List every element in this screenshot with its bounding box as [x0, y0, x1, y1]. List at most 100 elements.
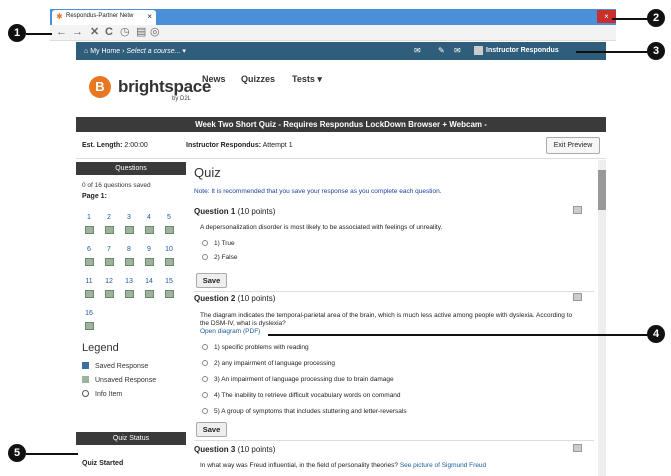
- scrollbar-thumb[interactable]: [598, 170, 606, 210]
- q1-option-1-label: 1) True: [214, 240, 235, 247]
- attempt-label: Instructor Respondus:: [186, 142, 262, 149]
- attempt: Instructor Respondus: Attempt 1: [186, 142, 293, 149]
- flag-icon[interactable]: [573, 444, 582, 452]
- question-link-12[interactable]: 12: [102, 278, 116, 285]
- unsaved-response-icon[interactable]: [145, 226, 154, 234]
- course-header: B brightspace by D2L News Quizzes Tests …: [76, 60, 606, 115]
- radio-icon[interactable]: [202, 254, 208, 260]
- tab-close-icon[interactable]: ×: [147, 12, 152, 21]
- callout-line-1: [26, 33, 52, 35]
- freud-picture-link[interactable]: See picture of Sigmund Freud: [400, 462, 486, 469]
- unsaved-response-icon[interactable]: [125, 258, 134, 266]
- q2-option-5-label: 5) A group of symptoms that includes stu…: [214, 408, 407, 415]
- unsaved-response-icon[interactable]: [85, 258, 94, 266]
- avatar[interactable]: [474, 46, 483, 55]
- unsaved-response-icon[interactable]: [85, 322, 94, 330]
- q1-option-2[interactable]: 2) False: [202, 254, 237, 261]
- nav-tests-label: Tests: [292, 74, 315, 84]
- unsaved-response-icon[interactable]: [165, 258, 174, 266]
- unsaved-response-icon[interactable]: [85, 226, 94, 234]
- question-link-11[interactable]: 11: [82, 278, 96, 285]
- questions-header: Questions: [76, 162, 186, 175]
- chevron-down-icon[interactable]: ▾: [182, 48, 186, 55]
- q2-option-1-label: 1) specific problems with reading: [214, 344, 309, 351]
- unsaved-response-icon[interactable]: [145, 258, 154, 266]
- unsaved-response-icon[interactable]: [85, 290, 94, 298]
- chat-icon[interactable]: ✉: [454, 46, 461, 55]
- minibar-breadcrumb: ⌂ My Home › Select a course... ▾: [84, 47, 186, 55]
- radio-icon[interactable]: [202, 408, 208, 414]
- question-link-8[interactable]: 8: [122, 246, 136, 253]
- q2-option-4[interactable]: 4) The inability to retrieve difficult v…: [202, 392, 401, 399]
- save-button[interactable]: Save: [196, 422, 227, 437]
- subscriptions-icon[interactable]: ✎: [438, 46, 445, 55]
- radio-icon[interactable]: [202, 392, 208, 398]
- save-note: Note: It is recommended that you save yo…: [194, 188, 442, 195]
- legend-info-label: Info Item: [95, 391, 123, 398]
- radio-icon[interactable]: [202, 376, 208, 382]
- radio-icon[interactable]: [202, 344, 208, 350]
- unsaved-response-icon[interactable]: [105, 258, 114, 266]
- unsaved-response-icon[interactable]: [105, 290, 114, 298]
- question-link-2[interactable]: 2: [102, 214, 116, 221]
- stop-icon[interactable]: ✕: [90, 26, 99, 39]
- q1-option-1[interactable]: 1) True: [202, 240, 235, 247]
- user-name[interactable]: Instructor Respondus: [486, 47, 559, 54]
- window-close-button[interactable]: ×: [597, 10, 616, 23]
- question-link-1[interactable]: 1: [82, 214, 96, 221]
- est-length: Est. Length: 2:00:00: [82, 142, 148, 149]
- nav-quizzes[interactable]: Quizzes: [241, 74, 275, 84]
- save-button[interactable]: Save: [196, 273, 227, 288]
- q2-option-3[interactable]: 3) An impairment of language processing …: [202, 376, 394, 383]
- question-link-9[interactable]: 9: [142, 246, 156, 253]
- question-link-16[interactable]: 16: [82, 310, 96, 317]
- tab-title: Respondus-Partner Netw: [66, 13, 134, 19]
- question-link-10[interactable]: 10: [162, 246, 176, 253]
- camera-icon[interactable]: ◎: [150, 26, 160, 39]
- clock-icon[interactable]: ◷: [120, 26, 130, 39]
- question-1-text: A depersonalization disorder is most lik…: [200, 224, 443, 231]
- unsaved-response-icon[interactable]: [105, 226, 114, 234]
- back-icon[interactable]: ←: [56, 26, 67, 39]
- reload-icon[interactable]: C: [105, 26, 113, 39]
- exit-preview-button[interactable]: Exit Preview: [546, 137, 600, 154]
- q1-points: (10 points): [237, 207, 276, 216]
- question-link-3[interactable]: 3: [122, 214, 136, 221]
- unsaved-response-icon[interactable]: [165, 290, 174, 298]
- forward-icon[interactable]: →: [72, 26, 83, 39]
- flag-icon[interactable]: [573, 293, 582, 301]
- attempt-value: Attempt 1: [262, 142, 293, 149]
- q2-label: Question 2: [194, 294, 236, 303]
- quiz-status: Quiz Started: [82, 460, 124, 467]
- radio-icon[interactable]: [202, 240, 208, 246]
- callout-2: 2: [647, 9, 665, 27]
- nav-tests[interactable]: Tests ▾: [292, 74, 322, 85]
- radio-icon[interactable]: [202, 360, 208, 366]
- unsaved-response-icon[interactable]: [125, 226, 134, 234]
- my-home-link[interactable]: My Home: [90, 48, 120, 55]
- question-link-4[interactable]: 4: [142, 214, 156, 221]
- course-selector[interactable]: Select a course...: [126, 48, 180, 55]
- q2-option-5[interactable]: 5) A group of symptoms that includes stu…: [202, 408, 407, 415]
- browser-tab[interactable]: ✱ Respondus-Partner Netw ×: [52, 10, 156, 25]
- question-link-6[interactable]: 6: [82, 246, 96, 253]
- question-link-13[interactable]: 13: [122, 278, 136, 285]
- question-link-15[interactable]: 15: [162, 278, 176, 285]
- flag-icon[interactable]: [573, 206, 582, 214]
- question-link-14[interactable]: 14: [142, 278, 156, 285]
- q2-option-1[interactable]: 1) specific problems with reading: [202, 344, 309, 351]
- question-link-5[interactable]: 5: [162, 214, 176, 221]
- unsaved-response-icon[interactable]: [125, 290, 134, 298]
- mail-icon[interactable]: ✉: [414, 46, 421, 55]
- question-link-7[interactable]: 7: [102, 246, 116, 253]
- favicon-icon: ✱: [56, 12, 63, 21]
- nav-news[interactable]: News: [202, 74, 226, 84]
- home-icon[interactable]: ⌂: [84, 48, 88, 55]
- unsaved-response-icon[interactable]: [145, 290, 154, 298]
- legend-title: Legend: [82, 342, 119, 354]
- document-icon[interactable]: ▤: [136, 26, 146, 39]
- brand-name: brightspace: [118, 77, 212, 96]
- question-1-heading: Question 1 (10 points): [194, 207, 275, 216]
- q2-option-2[interactable]: 2) any impairment of language processing: [202, 360, 335, 367]
- unsaved-response-icon[interactable]: [165, 226, 174, 234]
